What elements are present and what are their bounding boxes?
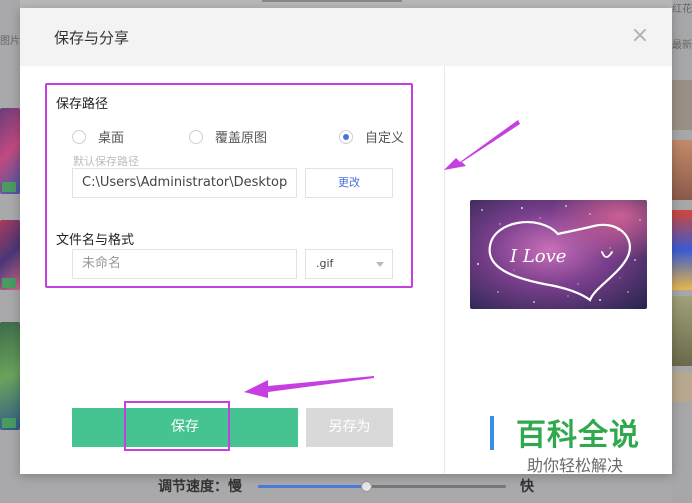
speed-slider-fill bbox=[258, 485, 368, 488]
watermark-subtitle: 助你轻松解决 bbox=[527, 456, 624, 475]
left-thumbnail bbox=[0, 220, 20, 290]
radio-custom[interactable]: 自定义 bbox=[339, 127, 404, 146]
file-name-input[interactable]: 未命名 bbox=[72, 249, 297, 279]
watermark-title: 百科全说 bbox=[516, 418, 640, 453]
annotation-arrow-icon bbox=[444, 120, 520, 170]
radio-dot bbox=[72, 129, 86, 144]
change-path-button[interactable]: 更改 bbox=[305, 168, 393, 198]
annotation-arrow-icon bbox=[244, 376, 374, 398]
save-as-button[interactable]: 另存为 bbox=[306, 408, 393, 447]
radio-overwrite-label: 覆盖原图 bbox=[215, 131, 268, 146]
speed-slider[interactable] bbox=[258, 481, 506, 492]
background-left-panel: 图片 bbox=[0, 0, 20, 503]
format-select[interactable]: .gif bbox=[305, 249, 393, 279]
preview-image-art: I Love bbox=[470, 200, 647, 309]
save-share-dialog: 保存与分享 × 保存路径 桌面 覆盖原图 自定义 默认保存路径 C:\Users… bbox=[20, 8, 672, 475]
radio-desktop[interactable]: 桌面 bbox=[72, 127, 124, 146]
file-name-format-label: 文件名与格式 bbox=[56, 233, 135, 248]
watermark-bar bbox=[490, 416, 494, 450]
right-thumbnail bbox=[672, 80, 692, 130]
right-top-label: 红花彩 bbox=[672, 4, 692, 15]
radio-dot bbox=[189, 129, 203, 144]
left-tab-label: 图片 bbox=[0, 36, 20, 47]
close-icon[interactable]: × bbox=[628, 24, 652, 48]
annotation-save-highlight bbox=[124, 401, 230, 451]
chevron-down-icon bbox=[376, 262, 384, 267]
speed-label: 调节速度：慢 bbox=[158, 479, 242, 495]
left-thumbnail bbox=[0, 108, 20, 194]
background-top-strip bbox=[262, 0, 402, 2]
right-thumbnail bbox=[672, 210, 692, 290]
dialog-header: 保存与分享 × bbox=[20, 8, 672, 66]
default-path-hint: 默认保存路径 bbox=[73, 155, 139, 168]
left-thumbnail bbox=[0, 322, 20, 430]
format-select-value: .gif bbox=[316, 257, 334, 270]
right-thumbnail bbox=[672, 372, 692, 402]
speed-slider-handle[interactable] bbox=[361, 481, 373, 492]
preview-image: I Love bbox=[470, 200, 647, 309]
watermark-logo: 百科全说 助你轻松解决 bbox=[490, 410, 678, 480]
radio-desktop-label: 桌面 bbox=[98, 131, 125, 146]
save-path-input[interactable]: C:\Users\Administrator\Desktop bbox=[72, 168, 297, 198]
preview-image-text: I Love bbox=[509, 246, 566, 267]
radio-overwrite[interactable]: 覆盖原图 bbox=[189, 127, 267, 146]
radio-dot-selected bbox=[339, 129, 353, 144]
right-thumbnail bbox=[672, 140, 692, 200]
dialog-title: 保存与分享 bbox=[54, 29, 130, 47]
right-second-label: 最新 bbox=[672, 40, 692, 51]
save-path-label: 保存路径 bbox=[56, 97, 109, 112]
radio-custom-label: 自定义 bbox=[365, 131, 405, 146]
right-thumbnail bbox=[672, 296, 692, 366]
